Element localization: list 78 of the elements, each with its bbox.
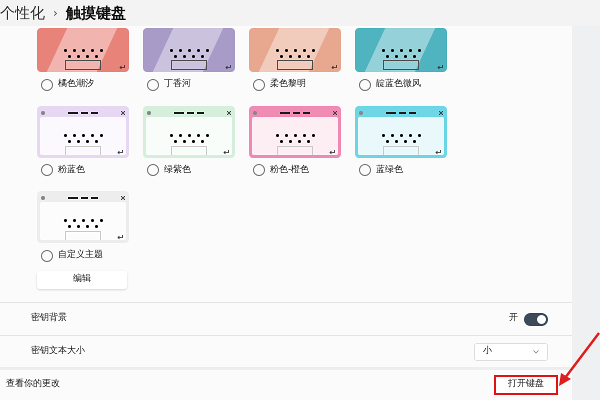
gear-icon — [253, 110, 257, 114]
radio-button[interactable] — [359, 164, 371, 176]
theme-label: 靛蓝色微风 — [376, 78, 421, 91]
gear-icon — [147, 110, 151, 114]
close-icon — [333, 110, 337, 114]
theme-label: 丁香河 — [164, 78, 191, 91]
radio-button[interactable] — [41, 164, 53, 176]
annotation-arrow — [558, 332, 600, 388]
spacebar-outline — [171, 146, 207, 154]
close-icon — [121, 110, 125, 114]
chevron-down-icon — [533, 350, 539, 354]
toggle-switch[interactable] — [524, 312, 548, 326]
keyboard-preview-drawing — [170, 134, 208, 142]
keyboard-preview-drawing — [64, 134, 102, 142]
breadcrumb-link[interactable]: 个性化 — [0, 2, 45, 24]
theme-preview[interactable] — [355, 106, 447, 158]
theme-label: 橘色潮汐 — [58, 78, 94, 91]
spacebar-outline — [383, 60, 419, 70]
spacebar-outline — [171, 60, 207, 70]
spacebar-outline — [65, 60, 101, 70]
enter-key-icon — [437, 65, 443, 70]
enter-key-icon — [119, 65, 125, 70]
theme-label: 柔色黎明 — [270, 78, 306, 91]
radio-button[interactable] — [253, 164, 265, 176]
enter-key-icon — [329, 150, 335, 154]
keyboard-preview-drawing — [170, 49, 208, 58]
theme-label: 自定义主题 — [58, 249, 103, 262]
setting-label: 密钥文本大小 — [31, 344, 85, 358]
breadcrumb-separator: › — [53, 5, 58, 22]
enter-key-icon — [331, 65, 337, 70]
radio-button[interactable] — [147, 164, 159, 176]
spacebar-outline — [65, 146, 101, 154]
edit-button[interactable]: 编辑 — [37, 270, 127, 288]
spacebar-outline — [383, 146, 419, 154]
enter-key-icon — [225, 65, 231, 70]
open-keyboard-button[interactable]: 打开键盘 — [494, 375, 558, 395]
gear-icon — [359, 110, 363, 114]
enter-key-icon — [117, 235, 123, 240]
theme-label: 粉蓝色 — [58, 164, 85, 176]
dash-line-drawing — [174, 112, 204, 114]
spacebar-outline — [65, 231, 101, 240]
spacebar-outline — [277, 146, 313, 154]
keyboard-preview-drawing — [382, 134, 420, 142]
dash-line-drawing — [68, 112, 98, 114]
theme-preview[interactable] — [143, 106, 235, 158]
gear-icon — [41, 196, 45, 200]
enter-key-icon — [117, 150, 123, 154]
radio-button[interactable] — [41, 78, 53, 91]
close-icon — [439, 110, 443, 114]
radio-button[interactable] — [147, 78, 159, 91]
close-icon — [227, 110, 231, 114]
theme-label: 蓝绿色 — [376, 164, 403, 176]
review-label: 查看你的更改 — [6, 378, 60, 392]
radio-button[interactable] — [41, 250, 53, 262]
gear-icon — [41, 110, 45, 114]
dash-line-drawing — [386, 112, 416, 114]
setting-label: 密钥背景 — [31, 312, 67, 326]
keyboard-preview-drawing — [64, 49, 102, 58]
page-title: 触摸键盘 — [66, 2, 126, 24]
size-dropdown[interactable]: 小 — [474, 342, 548, 360]
theme-label: 绿紫色 — [164, 164, 191, 176]
dash-line-drawing — [280, 112, 310, 114]
spacebar-outline — [277, 60, 313, 70]
toggle-state-text: 开 — [509, 312, 518, 326]
theme-preview[interactable] — [37, 191, 129, 243]
radio-button[interactable] — [253, 78, 265, 91]
theme-label: 粉色-橙色 — [270, 164, 310, 176]
enter-key-icon — [435, 150, 441, 154]
theme-preview[interactable] — [37, 106, 129, 158]
dash-line-drawing — [68, 197, 98, 199]
enter-key-icon — [223, 150, 229, 154]
radio-button[interactable] — [359, 78, 371, 91]
close-icon — [121, 196, 125, 200]
theme-preview[interactable] — [249, 106, 341, 158]
keyboard-preview-drawing — [276, 134, 314, 142]
keyboard-preview-drawing — [382, 49, 420, 58]
keyboard-preview-drawing — [64, 219, 102, 228]
keyboard-preview-drawing — [276, 49, 314, 58]
